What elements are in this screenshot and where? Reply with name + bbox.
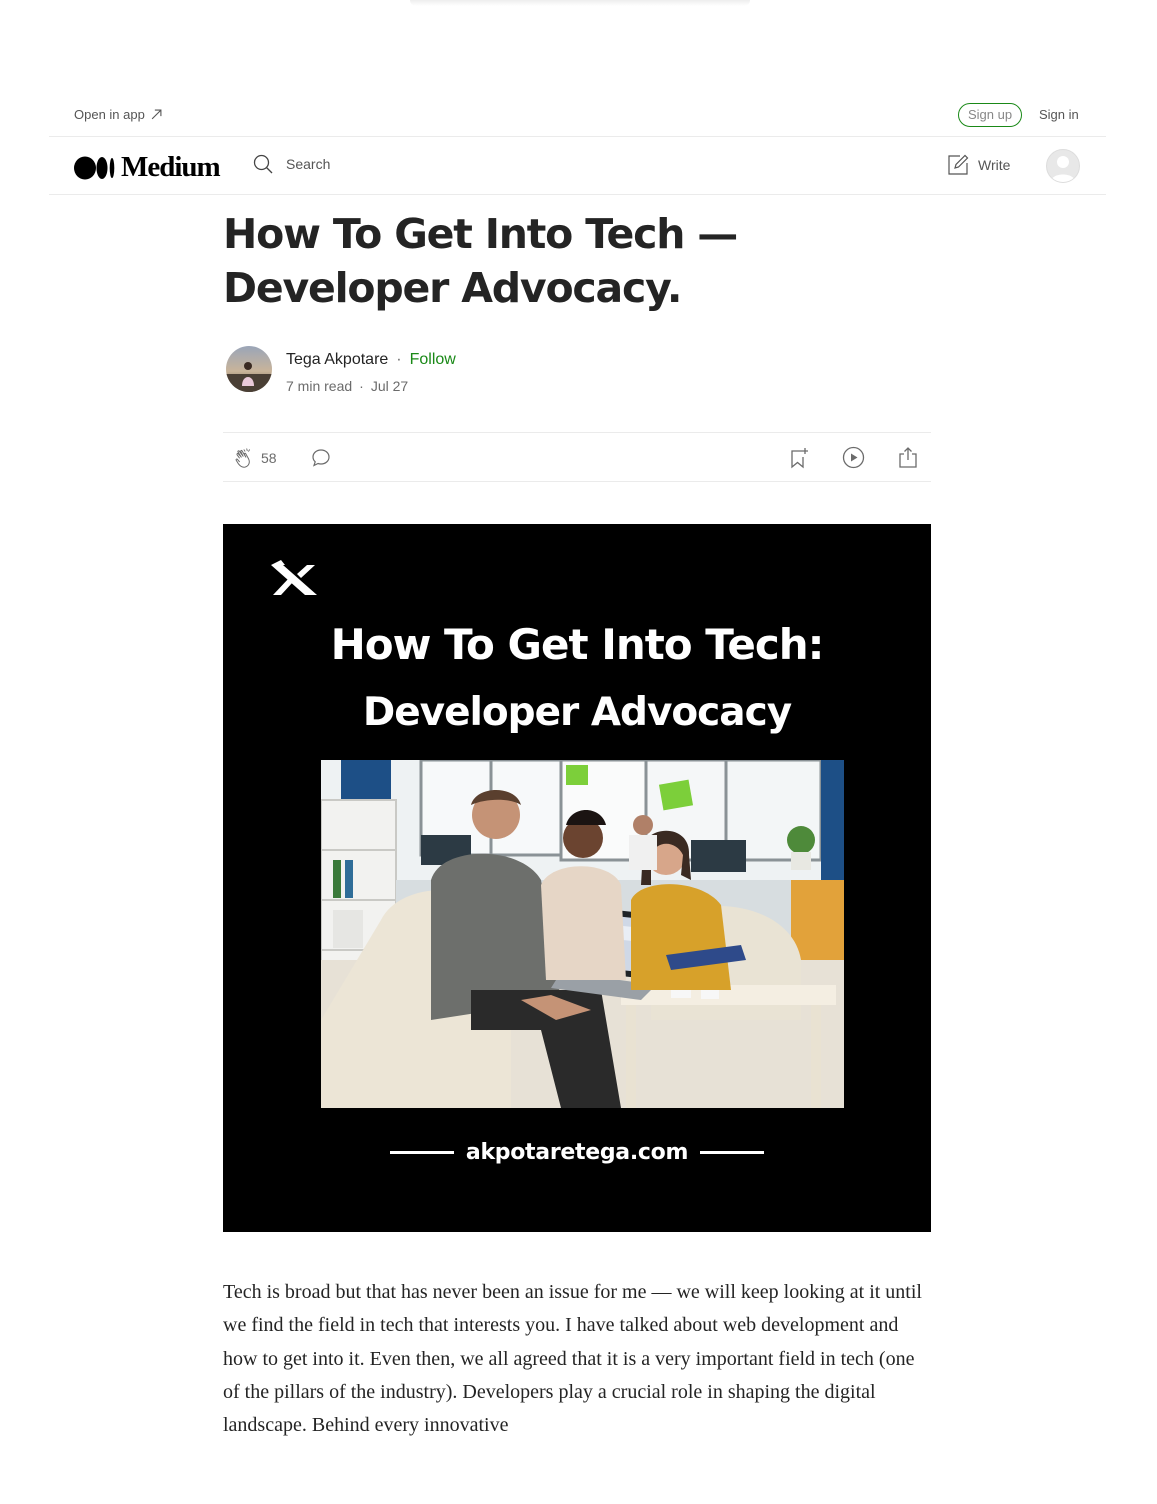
hero-image[interactable]: How To Get Into Tech: Developer Advocacy xyxy=(223,524,931,1232)
share-icon xyxy=(899,447,917,468)
user-avatar-icon xyxy=(1051,156,1075,182)
comment-icon xyxy=(312,449,330,467)
hero-url-text: akpotaretega.com xyxy=(465,1140,689,1165)
medium-logo[interactable]: Medium xyxy=(74,151,221,184)
listen-button[interactable] xyxy=(842,446,865,474)
follow-button[interactable]: Follow xyxy=(410,351,456,369)
separator-dot: · xyxy=(359,378,364,394)
article-meta: 7 min read · Jul 27 xyxy=(286,378,408,394)
office-photo xyxy=(321,760,844,1108)
share-button[interactable] xyxy=(897,446,919,474)
nav-bar: Medium Search Write xyxy=(49,137,1106,195)
publish-date: Jul 27 xyxy=(370,378,409,394)
search-icon xyxy=(253,154,273,174)
search-placeholder: Search xyxy=(286,156,331,172)
search-input[interactable]: Search xyxy=(253,154,330,174)
top-shadow xyxy=(410,0,750,6)
article-body-paragraph: Tech is broad but that has never been an… xyxy=(223,1281,922,1437)
clap-count: 58 xyxy=(261,450,277,466)
logo-wordmark: Medium xyxy=(121,151,221,183)
write-icon xyxy=(948,154,969,175)
action-bar: 58 xyxy=(223,432,931,482)
read-time: 7 min read xyxy=(286,378,353,394)
hero-heading-line2: Developer Advocacy xyxy=(362,690,792,735)
open-in-app-label: Open in app xyxy=(74,107,145,122)
sign-in-link[interactable]: Sign in xyxy=(1039,107,1079,122)
url-line-right xyxy=(700,1151,765,1154)
clap-button[interactable]: 58 xyxy=(233,447,277,469)
url-line-left xyxy=(389,1151,454,1154)
hero-url: akpotaretega.com xyxy=(223,1140,931,1165)
bookmark-icon xyxy=(791,448,808,469)
author-line: Tega Akpotare · Follow xyxy=(286,351,456,369)
bookmark-button[interactable] xyxy=(789,447,809,474)
medium-logo-icon xyxy=(74,156,115,179)
open-in-app-link[interactable]: Open in app xyxy=(74,107,162,122)
top-bar: Open in app Sign up Sign in xyxy=(49,96,1106,137)
play-icon xyxy=(842,446,865,469)
author-photo xyxy=(226,346,272,392)
article-title: How To Get Into Tech — Developer Advocac… xyxy=(223,210,738,312)
clap-icon xyxy=(235,448,250,468)
arrow-up-right-icon xyxy=(151,109,162,120)
write-label: Write xyxy=(978,157,1011,173)
user-avatar[interactable] xyxy=(1046,149,1080,183)
comment-button[interactable] xyxy=(311,448,331,473)
separator-dot: · xyxy=(396,351,402,368)
write-button[interactable]: Write xyxy=(947,154,1010,176)
brand-mark-icon xyxy=(271,560,317,595)
sign-up-button[interactable]: Sign up xyxy=(958,103,1023,127)
author-avatar[interactable] xyxy=(226,346,272,392)
author-name[interactable]: Tega Akpotare xyxy=(286,351,388,369)
hero-heading-line1: How To Get Into Tech: xyxy=(330,620,825,669)
